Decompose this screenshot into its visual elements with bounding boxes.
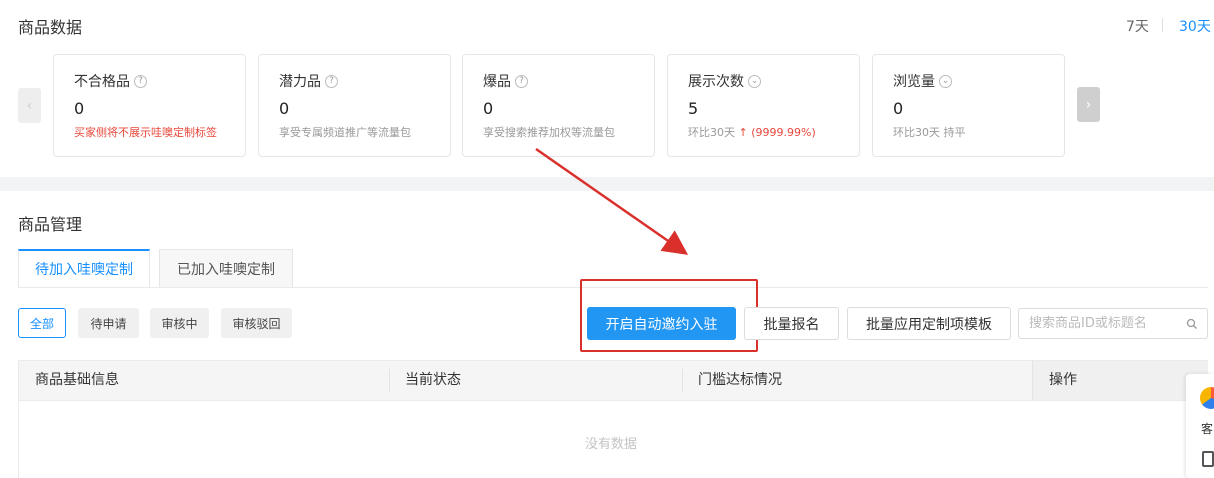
column-header: 商品基础信息 — [35, 372, 119, 388]
card-value: 0 — [279, 99, 290, 118]
card-desc: 环比30天 持平 — [893, 126, 966, 139]
document-icon[interactable] — [1202, 451, 1214, 467]
filter-all[interactable]: 全部 — [18, 308, 66, 338]
help-icon[interactable]: ? — [134, 74, 147, 88]
metric-card-views: 浏览量 ⌄ 0 环比30天 持平 — [872, 54, 1065, 157]
card-desc: 买家侧将不展示哇噢定制标签 — [74, 126, 217, 139]
card-label: 爆品 — [483, 74, 511, 90]
metric-card-hot: 爆品? 0 享受搜索推荐加权等流量包 — [462, 54, 655, 157]
help-icon[interactable]: ? — [515, 74, 528, 88]
trend-icon[interactable]: ⌄ — [748, 74, 761, 88]
card-label: 展示次数 — [688, 74, 744, 90]
search-box — [1018, 308, 1208, 339]
card-value: 0 — [483, 99, 494, 118]
page-title: 商品数据 — [18, 18, 83, 37]
filter-rejected[interactable]: 审核驳回 — [221, 308, 292, 338]
column-header: 当前状态 — [405, 372, 461, 388]
service-avatar-icon[interactable] — [1200, 387, 1214, 409]
column-header: 操作 — [1032, 361, 1208, 400]
search-input[interactable] — [1019, 309, 1179, 338]
card-desc: 享受搜索推荐加权等流量包 — [483, 126, 615, 139]
chevron-left-icon: ‹ — [26, 97, 33, 114]
card-label: 不合格品 — [74, 74, 130, 90]
section-divider — [0, 177, 1214, 191]
card-desc-change: ↑ (9999.99%) — [738, 126, 816, 139]
column-divider — [682, 369, 683, 392]
metric-card-impressions: 展示次数 ⌄ 5 环比30天 ↑ (9999.99%) — [667, 54, 860, 157]
range-divider — [1162, 18, 1163, 32]
range-30-days[interactable]: 30天 — [1179, 16, 1211, 36]
range-7-days[interactable]: 7天 — [1126, 16, 1149, 36]
batch-template-button[interactable]: 批量应用定制项模板 — [847, 307, 1011, 340]
floating-service-panel[interactable]: 客 — [1186, 374, 1214, 478]
column-header: 门槛达标情况 — [698, 372, 782, 388]
card-desc-prefix: 环比30天 — [688, 126, 735, 139]
table-header: 商品基础信息 当前状态 门槛达标情况 操作 — [18, 360, 1208, 401]
trend-icon[interactable]: ⌄ — [939, 74, 952, 88]
service-label: 客 — [1201, 422, 1214, 436]
help-icon[interactable]: ? — [325, 74, 338, 88]
tab-joined[interactable]: 已加入哇噢定制 — [159, 249, 293, 288]
filter-to-apply[interactable]: 待申请 — [78, 308, 139, 338]
metric-card-potential: 潜力品? 0 享受专属频道推广等流量包 — [258, 54, 451, 157]
carousel-next-button[interactable]: › — [1077, 87, 1100, 122]
card-label: 潜力品 — [279, 74, 321, 90]
card-label: 浏览量 — [893, 74, 935, 90]
card-value: 0 — [893, 99, 904, 118]
search-icon[interactable] — [1186, 318, 1198, 330]
batch-signup-button[interactable]: 批量报名 — [744, 307, 839, 340]
filter-reviewing[interactable]: 审核中 — [150, 308, 209, 338]
highlight-box — [580, 279, 758, 352]
card-value: 0 — [74, 99, 85, 118]
metric-card-unqualified: 不合格品? 0 买家侧将不展示哇噢定制标签 — [53, 54, 246, 157]
section-title: 商品管理 — [18, 215, 83, 234]
carousel-prev-button[interactable]: ‹ — [18, 88, 41, 123]
card-desc: 环比30天 ↑ (9999.99%) — [688, 124, 859, 140]
column-divider — [389, 369, 390, 392]
card-desc: 享受专属频道推广等流量包 — [279, 126, 411, 139]
empty-state: 没有数据 — [585, 437, 638, 452]
chevron-right-icon: › — [1085, 96, 1092, 113]
tab-pending[interactable]: 待加入哇噢定制 — [18, 249, 150, 288]
card-value: 5 — [688, 99, 699, 118]
